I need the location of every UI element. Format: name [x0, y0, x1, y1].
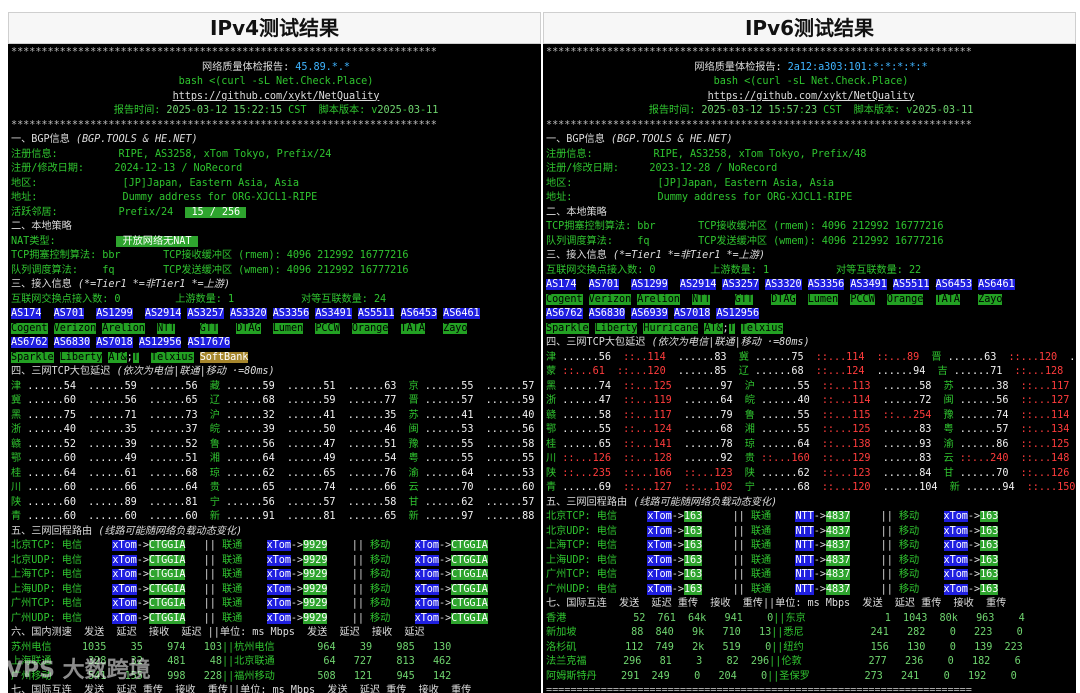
- right-line: 报告时间: 2025-03-12 15:57:23 CST 脚本版本: v202…: [648, 105, 974, 116]
- right-line: 一、BGP信息 (BGP.TOOLS & HE.NET): [546, 134, 733, 145]
- right-line: 广州TCP: 电信 xTom->163 || 联通 NTT->4837 || 移…: [546, 569, 999, 580]
- right-line: ****************************************…: [546, 47, 972, 58]
- left-line: 北京TCP: 电信 xTom->CTGGIA || 联通 xTom->9929 …: [11, 540, 488, 551]
- right-line: 青 ......69 ::...127 ::...102 宁 ......68 …: [546, 482, 1076, 493]
- left-line: 报告时间: 2025-03-12 15:22:15 CST 脚本版本: v202…: [113, 105, 439, 116]
- ipv6-title: IPv6测试结果: [543, 12, 1076, 44]
- left-line: 四、三网TCP大包延迟 (依次为电信|联通|移动 ·=80ms): [11, 366, 275, 377]
- left-line: 队列调度算法: fq TCP发送缓冲区 (wmem): 4096 212992 …: [11, 264, 409, 276]
- left-line: NAT类型: 开放网络无NAT: [11, 235, 198, 247]
- right-line: TCP拥塞控制算法: bbr TCP接收缓冲区 (rmem): 4096 212…: [546, 221, 944, 232]
- left-line: 广州UDP: 电信 xTom->CTGGIA || 联通 xTom->9929 …: [11, 612, 488, 624]
- left-line: 上海TCP: 电信 xTom->CTGGIA || 联通 xTom->9929 …: [11, 569, 488, 580]
- right-line: 队列调度算法: fq TCP发送缓冲区 (wmem): 4096 212992 …: [546, 235, 944, 247]
- right-line: bash <(curl -sL Net.Check.Place): [713, 76, 909, 87]
- ipv4-title: IPv4测试结果: [8, 12, 541, 44]
- left-line: 青 ......60 ......60 ......60 新 ......91 …: [11, 511, 535, 522]
- right-line: 蒙 ::...61 ::...120 ......85 辽 ......68 :…: [546, 366, 1076, 377]
- left-line: 二、本地策略: [11, 221, 72, 232]
- left-line: 陕 ......60 ......89 ......81 宁 ......56 …: [11, 496, 535, 508]
- right-line[interactable]: https://github.com/xykt/NetQuality: [546, 90, 1076, 105]
- left-line: 冀 ......60 ......56 ......65 辽 ......68 …: [11, 395, 535, 406]
- left-line: 地区: [JP]Japan, Eastern Asia, Asia: [11, 177, 299, 189]
- right-line: 四、三网TCP大包延迟 (依次为电信|联通|移动 ·=80ms): [546, 337, 810, 348]
- left-line: 三、接入信息 (*=Tier1 *=非Tier1 *=上游): [11, 279, 231, 290]
- left-line: ****************************************…: [11, 47, 437, 58]
- left-line: 广州TCP: 电信 xTom->CTGGIA || 联通 xTom->9929 …: [11, 598, 488, 609]
- right-line: AS174 AS701 AS1299 AS2914 AS3257 AS3320 …: [546, 279, 1015, 290]
- right-line: 注册信息: RIPE, AS3258, xTom Tokyo, Prefix/4…: [546, 148, 867, 160]
- right-line: 北京UDP: 电信 xTom->163 || 联通 NTT->4837 || 移…: [546, 525, 999, 537]
- ipv6-terminal: ****************************************…: [543, 44, 1076, 693]
- left-line: 地址: Dummy address for ORG-XJCL1-RIPE: [11, 192, 318, 203]
- left-line: 五、三网回程路由 (线路可能随网络负载动态变化): [11, 525, 243, 537]
- left-line: Cogent Verizon Arelion NTT GTT DTAG Lume…: [11, 322, 468, 334]
- right-line: 互联网交换点接入数: 0 上游数量: 1 对等互联数量: 22: [546, 264, 922, 276]
- left-line: 一、BGP信息 (BGP.TOOLS & HE.NET): [11, 134, 198, 145]
- right-line: 上海UDP: 电信 xTom->163 || 联通 NTT->4837 || 移…: [546, 554, 999, 566]
- right-line: 桂 ......65 ::...141 ......78 琼 ......64 …: [546, 438, 1070, 450]
- right-line: AS6762 AS6830 AS6939 AS7018 AS12956: [546, 308, 760, 319]
- right-line: Sparkle Liberty Hurricane AT&;T Telxius: [546, 322, 784, 334]
- right-line: 网络质量体检报告: 2a12:a303:101:*:*:*:*:*: [694, 61, 928, 73]
- left-line: 赣 ......52 ......39 ......52 鲁 ......56 …: [11, 438, 535, 450]
- right-line: 洛杉矶 112 749 2k 519 0||纽约 156 130 0 139 2…: [546, 641, 1023, 653]
- left-line: 津 ......54 ......59 ......56 藏 ......59 …: [11, 380, 535, 392]
- right-line: 津 ......56 ::..114 ......83 冀 ......75 :…: [546, 351, 1076, 363]
- right-line: 七、国际互连 发送 延迟 重传 接收 重传||单位: ms Mbps 发送 延迟…: [546, 598, 1007, 609]
- right-line: 五、三网回程路由 (线路可能随网络负载动态变化): [546, 496, 778, 508]
- right-line: 广州UDP: 电信 xTom->163 || 联通 NTT->4837 || 移…: [546, 583, 999, 595]
- right-line: 阿姆斯特丹 291 249 0 204 0||圣保罗 273 241 0 192…: [546, 670, 1017, 682]
- left-line: AS6762 AS6830 AS7018 AS12956 AS17676: [11, 337, 231, 348]
- left-line: 川 ......60 ......66 ......64 贵 ......65 …: [11, 482, 535, 493]
- right-line: 注册/修改日期: 2023-12-28 / NoRecord: [546, 163, 778, 174]
- left-line[interactable]: https://github.com/xykt/NetQuality: [11, 90, 541, 105]
- right-line: ****************************************…: [546, 119, 972, 131]
- right-line: 赣 ......58 ::...117 ......79 鲁 ......55 …: [546, 409, 1070, 421]
- left-line: 七、国际互连 发送 延迟 重传 接收 重传||单位: ms Mbps 发送 延迟…: [11, 685, 472, 693]
- left-line: 鄂 ......60 ......49 ......51 湘 ......64 …: [11, 453, 535, 464]
- left-line: bash <(curl -sL Net.Check.Place): [178, 76, 374, 87]
- right-line: 北京TCP: 电信 xTom->163 || 联通 NTT->4837 || 移…: [546, 511, 999, 522]
- right-line: 鄂 ......55 ::...124 ......68 湘 ......55 …: [546, 424, 1070, 435]
- left-line: ****************************************…: [11, 119, 437, 131]
- left-line: TCP拥塞控制算法: bbr TCP接收缓冲区 (rmem): 4096 212…: [11, 250, 409, 261]
- left-line: 互联网交换点接入数: 0 上游数量: 1 对等互联数量: 24: [11, 293, 387, 305]
- right-line: 地址: Dummy address for ORG-XJCL1-RIPE: [546, 192, 853, 203]
- right-line: 法兰克福 296 81 3 82 296||伦敦 277 236 0 182 6: [546, 656, 1021, 667]
- left-line: AS174 AS701 AS1299 AS2914 AS3257 AS3320 …: [11, 308, 480, 319]
- right-line: 黑 ......74 ::...125 ......97 沪 ......55 …: [546, 380, 1070, 392]
- watermark: VPS 大数跨境: [6, 658, 151, 683]
- left-line: 黑 ......75 ......71 ......73 沪 ......32 …: [11, 409, 535, 421]
- right-line: 陕 ::...235 ::...166 ::...123 陕 ......62 …: [546, 467, 1070, 479]
- ipv4-terminal: ****************************************…: [8, 44, 541, 693]
- left-line: 注册信息: RIPE, AS3258, xTom Tokyo, Prefix/2…: [11, 148, 332, 160]
- left-line: 网络质量体检报告: 45.89.*.*: [201, 61, 351, 73]
- left-line: 北京UDP: 电信 xTom->CTGGIA || 联通 xTom->9929 …: [11, 554, 488, 566]
- left-line: 桂 ......64 ......61 ......68 琼 ......62 …: [11, 467, 535, 479]
- right-line: 二、本地策略: [546, 206, 607, 218]
- right-line: 上海TCP: 电信 xTom->163 || 联通 NTT->4837 || 移…: [546, 540, 999, 551]
- left-line: 注册/修改日期: 2024-12-13 / NoRecord: [11, 163, 243, 174]
- right-line: 浙 ......47 ::...119 ......64 皖 ......40 …: [546, 395, 1070, 406]
- left-line: Sparkle Liberty AT&;T Telxius SoftBank: [11, 351, 249, 363]
- left-line: 浙 ......40 ......35 ......37 皖 ......39 …: [11, 424, 535, 435]
- right-line: ========================================…: [546, 685, 972, 693]
- right-line: 香港 52 761 64k 941 0||东京 1 1043 80k 963 4: [546, 612, 1025, 624]
- left-line: 活跃邻居: Prefix/24 15 / 256: [11, 206, 247, 218]
- left-line: 上海UDP: 电信 xTom->CTGGIA || 联通 xTom->9929 …: [11, 583, 488, 595]
- right-line: 三、接入信息 (*=Tier1 *=非Tier1 *=上游): [546, 250, 766, 261]
- right-line: 地区: [JP]Japan, Eastern Asia, Asia: [546, 177, 834, 189]
- right-line: 川 ::...126 ::...128 ......92 贵 ::...160 …: [546, 453, 1070, 464]
- left-line: 六、国内测速 发送 延迟 接收 延迟 ||单位: ms Mbps 发送 延迟 接…: [11, 627, 425, 638]
- right-line: 新加坡 88 840 9k 710 13||悉尼 241 282 0 223 0: [546, 627, 1023, 638]
- right-line: Cogent Verizon Arelion NTT GTT DTAG Lume…: [546, 293, 1003, 305]
